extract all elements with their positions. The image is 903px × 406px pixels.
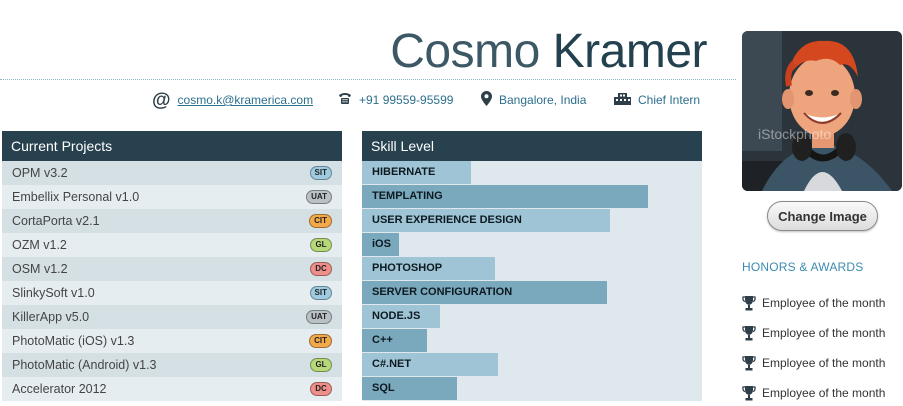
photo-watermark: iStockphoto <box>758 126 831 142</box>
phone-icon <box>338 92 352 108</box>
status-badge: CIT <box>309 334 332 348</box>
honor-label: Employee of the month <box>762 356 886 370</box>
skills-list: HIBERNATE TEMPLATING USER EXPERIENCE DESIG… <box>362 161 702 401</box>
skill-name: C#.NET <box>372 358 412 370</box>
skill-row: HIBERNATE <box>362 161 702 185</box>
profile-photo: iStockphoto <box>742 31 902 191</box>
trophy-icon <box>742 355 756 371</box>
project-row[interactable]: CortaPorta v2.1 CIT <box>2 209 342 233</box>
status-badge: GL <box>310 238 332 252</box>
job-title-contact: Chief Intern <box>614 88 700 112</box>
phone-number: +91 99559-95599 <box>359 93 454 107</box>
skill-name: NODE.JS <box>372 310 421 322</box>
email-contact[interactable]: @ cosmo.k@kramerica.com <box>152 88 313 112</box>
project-name: Embellix Personal v1.0 <box>12 190 140 204</box>
honor-label: Employee of the month <box>762 326 886 340</box>
skills-heading: Skill Level <box>362 131 702 161</box>
skill-name: USER EXPERIENCE DESIGN <box>372 214 522 226</box>
phone-contact: +91 99559-95599 <box>338 88 453 112</box>
project-name: OSM v1.2 <box>12 262 68 276</box>
skill-row: NODE.JS <box>362 305 702 329</box>
project-name: SlinkySoft v1.0 <box>12 286 95 300</box>
honor-label: Employee of the month <box>762 386 886 400</box>
skill-name: C++ <box>372 334 393 346</box>
email-link[interactable]: cosmo.k@kramerica.com <box>178 93 314 107</box>
status-badge: GL <box>310 358 332 372</box>
skill-row: USER EXPERIENCE DESIGN <box>362 209 702 233</box>
project-name: KillerApp v5.0 <box>12 310 90 324</box>
projects-heading: Current Projects <box>2 131 342 161</box>
status-badge: DC <box>310 262 332 276</box>
honor-item: Employee of the month <box>742 318 902 348</box>
skill-row: C++ <box>362 329 702 353</box>
at-sign-icon: @ <box>152 89 171 111</box>
honors-heading: HONORS & AWARDS <box>742 260 864 274</box>
last-name: Kramer <box>552 25 708 78</box>
change-image-button[interactable]: Change Image <box>767 201 878 231</box>
project-name: OZM v1.2 <box>12 238 67 252</box>
skill-row: PHOTOSHOP <box>362 257 702 281</box>
skill-row: SQL <box>362 377 702 401</box>
job-title: Chief Intern <box>638 93 701 107</box>
trophy-icon <box>742 295 756 311</box>
name-divider <box>0 79 736 80</box>
project-row[interactable]: PhotoMatic (iOS) v1.3 CIT <box>2 329 342 353</box>
skill-name: PHOTOSHOP <box>372 262 443 274</box>
project-row[interactable]: OSM v1.2 DC <box>2 257 342 281</box>
project-name: Accelerator 2012 <box>12 382 107 396</box>
status-badge: DC <box>310 382 332 396</box>
project-name: PhotoMatic (iOS) v1.3 <box>12 334 135 348</box>
project-name: OPM v3.2 <box>12 166 68 180</box>
skill-row: C#.NET <box>362 353 702 377</box>
honors-list: Employee of the month Employee of the mon… <box>742 288 902 406</box>
project-row[interactable]: KillerApp v5.0 UAT <box>2 305 342 329</box>
location-text: Bangalore, India <box>499 93 587 107</box>
status-badge: UAT <box>306 190 332 204</box>
building-icon <box>614 92 631 108</box>
skill-row: iOS <box>362 233 702 257</box>
honor-label: Employee of the month <box>762 296 886 310</box>
project-row[interactable]: OZM v1.2 GL <box>2 233 342 257</box>
skill-name: TEMPLATING <box>372 190 443 202</box>
project-row[interactable]: Embellix Personal v1.0 UAT <box>2 185 342 209</box>
skill-row: TEMPLATING <box>362 185 702 209</box>
project-row[interactable]: PhotoMatic (Android) v1.3 GL <box>2 353 342 377</box>
project-name: PhotoMatic (Android) v1.3 <box>12 358 157 372</box>
honor-item: Employee of the month <box>742 288 902 318</box>
status-badge: CIT <box>309 214 332 228</box>
status-badge: SIT <box>309 286 332 300</box>
map-pin-icon <box>481 91 492 109</box>
skill-name: SERVER CONFIGURATION <box>372 286 513 298</box>
project-row[interactable]: Accelerator 2012 DC <box>2 377 342 401</box>
profile-name: Cosmo Kramer <box>390 24 707 80</box>
honor-item: Employee of the month <box>742 348 902 378</box>
trophy-icon <box>742 325 756 341</box>
project-row[interactable]: OPM v3.2 SIT <box>2 161 342 185</box>
skill-row: SERVER CONFIGURATION <box>362 281 702 305</box>
project-name: CortaPorta v2.1 <box>12 214 100 228</box>
status-badge: SIT <box>309 166 332 180</box>
honor-item: Employee of the month <box>742 378 902 406</box>
project-row[interactable]: SlinkySoft v1.0 SIT <box>2 281 342 305</box>
skill-name: HIBERNATE <box>372 166 436 178</box>
status-badge: UAT <box>306 310 332 324</box>
contact-bar: @ cosmo.k@kramerica.com +91 99559-95599 … <box>0 88 720 112</box>
skill-name: iOS <box>372 238 391 250</box>
trophy-icon <box>742 385 756 401</box>
location-contact: Bangalore, India <box>481 88 586 112</box>
skill-name: SQL <box>372 382 395 394</box>
projects-list: OPM v3.2 SIT Embellix Personal v1.0 UAT Cort… <box>2 161 342 401</box>
first-name: Cosmo <box>390 25 540 78</box>
